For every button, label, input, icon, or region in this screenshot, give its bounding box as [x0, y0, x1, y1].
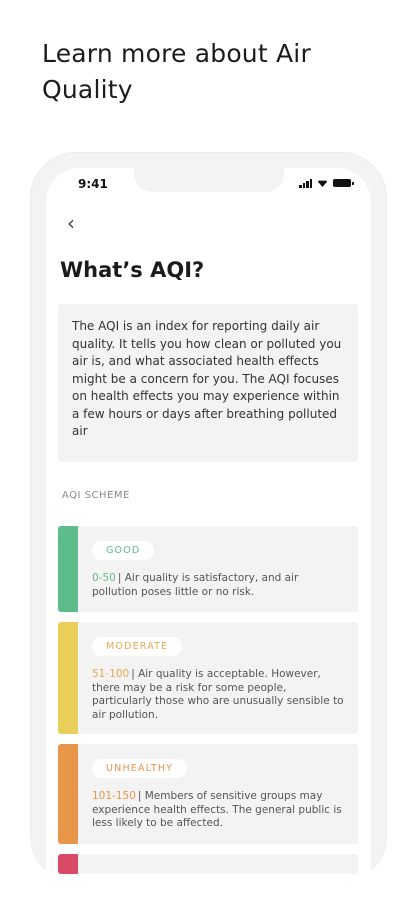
aqi-card-unhealthy: UNHEALTHY 101-150 | Members of sensitive … [58, 744, 358, 844]
phone-mockup: 9:41 ‹ What’s AQI? The AQI is an index f… [30, 152, 387, 882]
aqi-card-moderate: MODERATE 51-100 | Air quality is acceptab… [58, 622, 358, 734]
aqi-description: The AQI is an index for reporting daily … [58, 304, 358, 462]
section-label: AQI SCHEME [62, 490, 130, 501]
aqi-card-good: GOOD 0-50 | Air quality is satisfactory, … [58, 526, 358, 612]
battery-icon [333, 179, 354, 187]
aqi-card-next [58, 854, 358, 874]
back-button[interactable]: ‹ [58, 210, 84, 236]
page-headline: Learn more about Air Quality [42, 39, 311, 104]
status-badge: MODERATE [92, 637, 183, 656]
aqi-card-description: 0-50 | Air quality is satisfactory, and a… [92, 572, 346, 599]
chevron-left-icon: ‹ [67, 211, 75, 235]
aqi-card-description: 51-100 | Air quality is acceptable. Howev… [92, 668, 346, 722]
aqi-range: 101-150 [92, 790, 136, 802]
aqi-range: 51-100 [92, 668, 130, 680]
aqi-color-bar [58, 526, 78, 612]
status-time: 9:41 [78, 177, 108, 191]
aqi-color-bar [58, 622, 78, 734]
aqi-card-description: 101-150 | Members of sensitive groups may… [92, 790, 346, 831]
aqi-color-bar [58, 854, 78, 874]
app-screen: 9:41 ‹ What’s AQI? The AQI is an index f… [46, 168, 371, 882]
signal-icon [299, 178, 312, 188]
aqi-color-bar [58, 744, 78, 844]
status-badge: UNHEALTHY [92, 759, 188, 778]
wifi-icon [317, 180, 328, 187]
aqi-card-text: | Air quality is acceptable. However, th… [92, 668, 344, 721]
phone-notch [134, 168, 284, 192]
page-title: What’s AQI? [60, 258, 205, 282]
aqi-card-text: | Air quality is satisfactory, and air p… [92, 572, 299, 598]
status-icons [299, 178, 354, 188]
status-badge: GOOD [92, 541, 155, 560]
aqi-range: 0-50 [92, 572, 116, 584]
